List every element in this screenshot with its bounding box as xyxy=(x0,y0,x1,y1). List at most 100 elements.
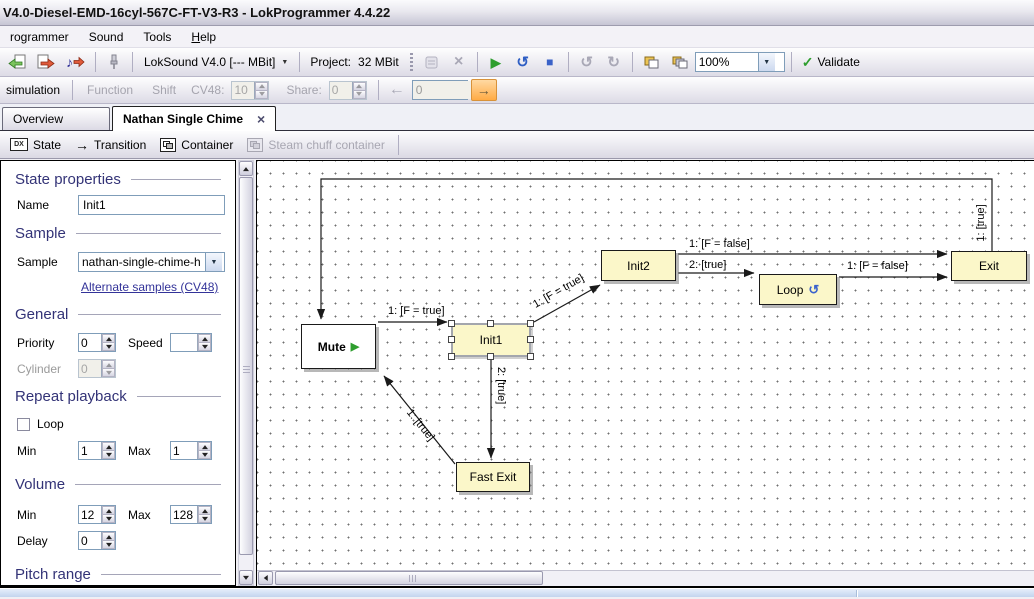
share-spinner[interactable] xyxy=(329,81,367,100)
speed-spin-buttons[interactable] xyxy=(197,334,211,351)
selection-handle[interactable] xyxy=(527,353,534,360)
selection-handle[interactable] xyxy=(487,320,494,327)
repeat-min-spin-buttons[interactable] xyxy=(101,442,115,459)
tab-overview[interactable]: Overview xyxy=(2,107,110,130)
state-node-init2[interactable]: Init2 xyxy=(601,250,676,281)
menu-help[interactable]: Help xyxy=(181,28,226,46)
state-node-init1-selected[interactable]: Init1 xyxy=(451,323,531,357)
decoder-select[interactable]: LokSound V4.0 [--- MBit] ▼ xyxy=(139,51,293,73)
state-diagram-canvas[interactable]: 1: [true] 1: [F = true] 1: [F = true] 1:… xyxy=(256,160,1034,587)
transition-exit-to-mute[interactable] xyxy=(321,179,992,319)
spin-up-icon[interactable] xyxy=(198,442,211,450)
state-node-loop[interactable]: Loop ↺ xyxy=(759,274,837,305)
panel-vertical-scrollbar[interactable] xyxy=(238,160,254,586)
delay-input[interactable] xyxy=(79,532,101,549)
speed-up-button[interactable]: → xyxy=(471,79,497,101)
spin-down-icon[interactable] xyxy=(102,342,115,351)
state-node-exit[interactable]: Exit xyxy=(951,251,1027,281)
spin-down-icon[interactable] xyxy=(255,90,268,99)
sample-combo[interactable]: ▼ xyxy=(78,252,225,272)
state-node-fast-exit[interactable]: Fast Exit xyxy=(456,462,530,492)
cylinder-input[interactable] xyxy=(79,360,101,377)
cylinder-spin-buttons[interactable] xyxy=(101,360,115,377)
selection-handle[interactable] xyxy=(448,320,455,327)
name-field[interactable] xyxy=(78,195,225,215)
scroll-left-button[interactable] xyxy=(258,571,273,585)
shift-button-disabled[interactable]: Shift xyxy=(144,83,184,97)
delay-spin-buttons[interactable] xyxy=(101,532,115,549)
repeat-min-spinner[interactable] xyxy=(78,441,116,460)
spin-up-icon[interactable] xyxy=(102,360,115,368)
spin-up-icon[interactable] xyxy=(102,506,115,514)
open-project-button[interactable] xyxy=(4,51,30,73)
spin-down-icon[interactable] xyxy=(102,368,115,377)
spin-up-icon[interactable] xyxy=(353,82,366,90)
repeat-max-input[interactable] xyxy=(171,442,197,459)
spin-down-icon[interactable] xyxy=(198,342,211,351)
validate-button[interactable]: ✓ Validate xyxy=(798,51,864,73)
spin-up-icon[interactable] xyxy=(102,334,115,342)
canvas-horizontal-scrollbar[interactable] xyxy=(257,570,1034,586)
stop-button[interactable]: ■ xyxy=(538,51,562,73)
menu-sound[interactable]: Sound xyxy=(79,28,134,46)
programmer-device-button[interactable] xyxy=(102,51,126,73)
menu-tools[interactable]: Tools xyxy=(133,28,181,46)
cylinder-spinner-disabled[interactable] xyxy=(78,359,116,378)
speed-spinner[interactable] xyxy=(170,333,212,352)
spin-down-icon[interactable] xyxy=(353,90,366,99)
cancel-button-disabled[interactable]: × xyxy=(447,51,471,73)
undo-button[interactable]: ↺ xyxy=(575,51,599,73)
spin-up-icon[interactable] xyxy=(255,82,268,90)
zoom-level-input[interactable] xyxy=(696,53,758,71)
loop-checkbox[interactable] xyxy=(17,418,30,431)
loop-play-button[interactable]: ↺ xyxy=(511,51,535,73)
zoom-out-button[interactable] xyxy=(667,51,692,73)
selection-handle[interactable] xyxy=(448,353,455,360)
selection-handle[interactable] xyxy=(448,336,455,343)
spin-down-icon[interactable] xyxy=(102,514,115,523)
add-transition-button[interactable]: → Transition xyxy=(71,135,150,155)
state-node-mute[interactable]: Mute ▶ xyxy=(301,324,376,369)
speed-value-input[interactable] xyxy=(171,334,197,351)
spin-up-icon[interactable] xyxy=(102,442,115,450)
spin-down-icon[interactable] xyxy=(102,450,115,459)
volume-min-input[interactable] xyxy=(79,506,101,523)
volume-min-spin-buttons[interactable] xyxy=(101,506,115,523)
cv48-input[interactable] xyxy=(232,82,254,99)
title-bar[interactable]: V4.0-Diesel-EMD-16cyl-567C-FT-V3-R3 - Lo… xyxy=(0,0,1034,26)
sample-dropdown-button[interactable]: ▼ xyxy=(205,253,222,271)
menu-programmer[interactable]: rogrammer xyxy=(0,28,79,46)
spin-down-icon[interactable] xyxy=(198,450,211,459)
add-steam-chuff-container-button-disabled[interactable]: Steam chuff container xyxy=(243,136,389,154)
selection-handle[interactable] xyxy=(527,336,534,343)
speed-combo-disabled[interactable]: ▼ xyxy=(412,80,468,100)
selection-handle[interactable] xyxy=(487,353,494,360)
zoom-level-combo[interactable]: ▼ xyxy=(695,52,785,72)
spin-down-icon[interactable] xyxy=(198,514,211,523)
repeat-min-input[interactable] xyxy=(79,442,101,459)
zoom-dropdown-button[interactable]: ▼ xyxy=(758,53,775,71)
priority-input[interactable] xyxy=(79,334,101,351)
vertical-scroll-thumb[interactable] xyxy=(239,177,253,555)
volume-min-spinner[interactable] xyxy=(78,505,116,524)
volume-max-input[interactable] xyxy=(171,506,197,523)
add-container-button[interactable]: Container xyxy=(156,136,237,154)
spin-down-icon[interactable] xyxy=(102,540,115,549)
sample-input[interactable] xyxy=(79,253,205,271)
tab-nathan-single-chime[interactable]: Nathan Single Chime × xyxy=(112,106,276,131)
transition-label[interactable]: 1: [F = true] xyxy=(388,305,445,317)
share-input[interactable] xyxy=(330,82,352,99)
horizontal-scroll-thumb[interactable] xyxy=(275,571,543,585)
cv48-spinner[interactable] xyxy=(231,81,269,100)
spin-up-icon[interactable] xyxy=(198,506,211,514)
volume-max-spin-buttons[interactable] xyxy=(197,506,211,523)
play-button[interactable]: ▶ xyxy=(484,51,508,73)
transition-label[interactable]: 1: [F = true] xyxy=(531,272,586,311)
transition-label[interactable]: 2: [true] xyxy=(495,367,507,404)
alternate-samples-link[interactable]: Alternate samples (CV48) xyxy=(81,280,218,294)
transition-label[interactable]: 2: [true] xyxy=(689,259,726,271)
transition-label[interactable]: 1: [F = false] xyxy=(689,238,750,250)
selection-handle[interactable] xyxy=(527,320,534,327)
toolbar-grip[interactable] xyxy=(410,53,413,71)
speed-down-button-disabled[interactable]: ← xyxy=(385,79,409,101)
